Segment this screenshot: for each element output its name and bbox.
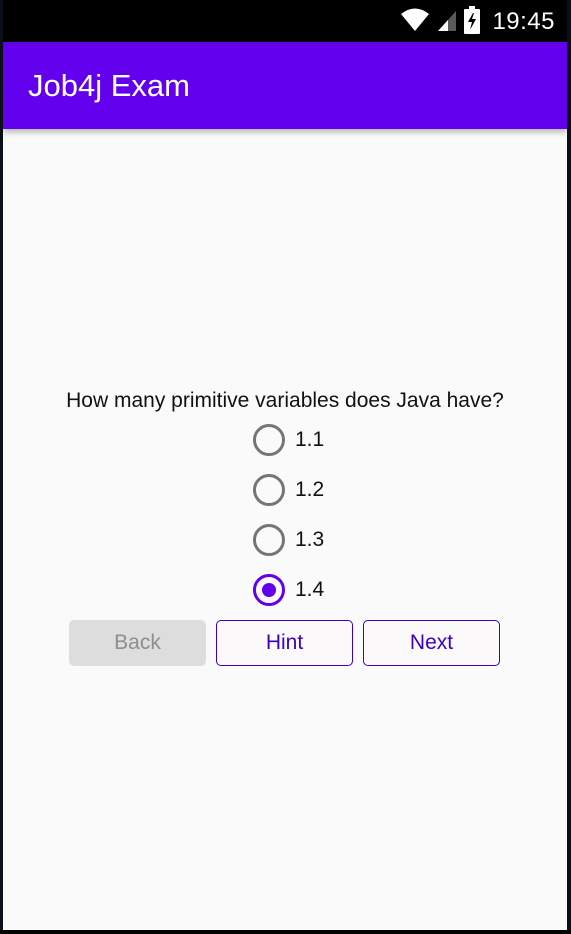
bottom-edge [0,930,571,934]
status-time: 19:45 [492,8,555,35]
status-bar: 19:45 [3,0,567,42]
answer-option-1-1[interactable]: 1.1 [253,422,363,472]
signal-icon [436,7,458,38]
answer-label: 1.3 [295,528,325,551]
answer-label: 1.4 [295,578,325,601]
question-text: How many primitive variables does Java h… [66,389,504,412]
hint-button[interactable]: Hint [216,620,353,666]
answer-label: 1.2 [295,478,325,501]
answer-option-1-4[interactable]: 1.4 [253,572,363,622]
back-button[interactable]: Back [69,620,206,666]
app-screen: 19:45 Job4j Exam How many primitive vari… [3,0,567,930]
answer-option-1-3[interactable]: 1.3 [253,522,363,572]
battery-icon [464,5,481,39]
answer-option-1-2[interactable]: 1.2 [253,472,363,522]
app-title: Job4j Exam [28,68,190,103]
next-button[interactable]: Next [363,620,500,666]
wifi-icon [400,7,430,38]
answer-radio-group: 1.1 1.2 1.3 1.4 [253,422,363,622]
device-frame: 19:45 Job4j Exam How many primitive vari… [0,0,571,934]
app-bar: Job4j Exam [3,42,567,129]
radio-unchecked-icon[interactable] [253,524,285,556]
radio-dot [262,583,276,597]
radio-checked-icon[interactable] [253,574,285,606]
radio-unchecked-icon[interactable] [253,424,285,456]
status-icons: 19:45 [400,5,555,39]
radio-unchecked-icon[interactable] [253,474,285,506]
answer-label: 1.1 [295,428,325,451]
